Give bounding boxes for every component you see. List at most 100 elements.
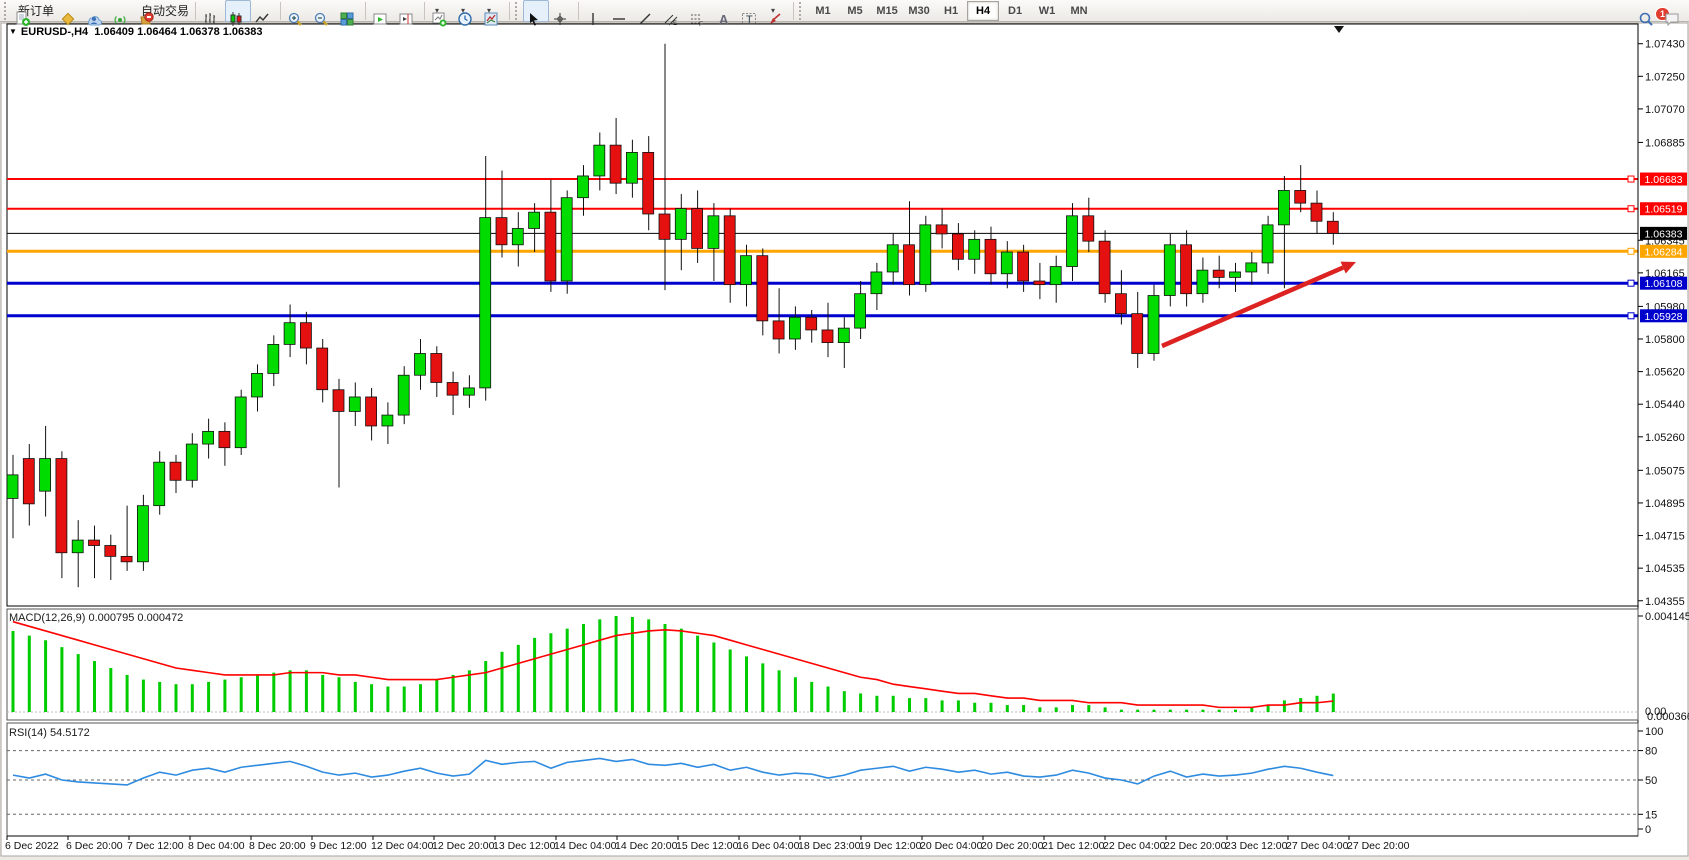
chart-symbol-period: EURUSD-,H4 [21,26,88,38]
toolbar-separator [195,2,196,20]
cursor-button[interactable] [523,0,549,22]
svg-text:1.06683: 1.06683 [1645,174,1683,186]
templates-button[interactable]: ▾ [480,0,506,22]
svg-text:22 Dec 04:00: 22 Dec 04:00 [1103,840,1166,852]
svg-text:27 Dec 20:00: 27 Dec 20:00 [1347,840,1410,852]
vertical-line-button[interactable] [582,0,608,22]
svg-text:1.04715: 1.04715 [1645,531,1685,543]
svg-text:14 Dec 20:00: 14 Dec 20:00 [615,840,678,852]
svg-text:22 Dec 20:00: 22 Dec 20:00 [1164,840,1227,852]
timeframe-button-m30[interactable]: M30 [903,1,935,21]
autotrading-button[interactable]: 自动交易 [135,0,192,22]
rsi-indicator-label: RSI(14) 54.5172 [9,727,90,739]
svg-text:1.05260: 1.05260 [1645,432,1685,444]
svg-text:1.07250: 1.07250 [1645,71,1685,83]
line-anchor-marker[interactable] [1628,176,1634,182]
line-anchor-marker[interactable] [1628,206,1634,212]
svg-text:1.06519: 1.06519 [1645,204,1683,216]
chart-ohlc-values: 1.06409 1.06464 1.06378 1.06383 [94,26,262,38]
toolbar-separator [578,2,579,20]
svg-text:1.06108: 1.06108 [1645,278,1683,290]
text-button[interactable]: A [712,0,738,22]
timeframe-button-w1[interactable]: W1 [1031,1,1063,21]
chart-shift-button[interactable] [395,0,421,22]
svg-text:1.04355: 1.04355 [1645,596,1685,608]
svg-text:20 Dec 20:00: 20 Dec 20:00 [981,840,1044,852]
svg-text:9 Dec 12:00: 9 Dec 12:00 [310,840,367,852]
horizontal-line-button[interactable] [608,0,634,22]
svg-text:100: 100 [1645,726,1663,738]
svg-text:14 Dec 04:00: 14 Dec 04:00 [554,840,617,852]
notifications-button[interactable]: 1 [1661,0,1687,22]
svg-text:1.04535: 1.04535 [1645,563,1685,575]
svg-text:1.05440: 1.05440 [1645,399,1685,411]
svg-text:1.06885: 1.06885 [1645,137,1685,149]
svg-text:12 Dec 20:00: 12 Dec 20:00 [432,840,495,852]
zoom-out-button[interactable] [310,0,336,22]
timeframe-button-h1[interactable]: H1 [935,1,967,21]
crosshair-button[interactable] [549,0,575,22]
timeframe-button-m5[interactable]: M5 [839,1,871,21]
zoom-in-button[interactable] [284,0,310,22]
timeframe-button-h4[interactable]: H4 [967,1,999,21]
candlestick-chart-button[interactable] [225,0,251,22]
toolbar-separator [509,2,510,20]
svg-text:15: 15 [1645,809,1657,821]
svg-text:0.004145: 0.004145 [1645,611,1689,623]
svg-text:6 Dec 2022: 6 Dec 2022 [5,840,59,852]
svg-text:A: A [719,12,729,27]
timeframe-button-m15[interactable]: M15 [871,1,903,21]
tile-windows-button[interactable] [336,0,362,22]
line-chart-button[interactable] [251,0,277,22]
svg-text:19 Dec 12:00: 19 Dec 12:00 [859,840,922,852]
trendline-button[interactable] [634,0,660,22]
mt4-terminal: { "toolbar": { "new_order_label": "新订单",… [0,0,1689,860]
svg-text:7 Dec 12:00: 7 Dec 12:00 [127,840,184,852]
svg-text:18 Dec 23:00: 18 Dec 23:00 [798,840,861,852]
toolbar-drag-handle[interactable] [799,2,805,20]
collapse-ohlc-icon[interactable]: ▼ [9,27,17,36]
svg-text:0: 0 [1645,824,1651,836]
macd-panel: 0.0041450.000.000366 [7,609,1689,723]
svg-text:1.05928: 1.05928 [1645,311,1683,323]
line-anchor-marker[interactable] [1628,313,1634,319]
new-order-button[interactable]: 新订单 [12,0,57,22]
community-button[interactable] [83,0,109,22]
equidistant-channel-button[interactable]: E [660,0,686,22]
svg-text:E: E [673,21,677,27]
periods-button[interactable]: ▾ [454,0,480,22]
new-chart-button[interactable]: ▾ [428,0,454,22]
line-anchor-marker[interactable] [1628,248,1634,254]
svg-text:8 Dec 20:00: 8 Dec 20:00 [249,840,306,852]
toolbar-drag-handle[interactable] [515,2,521,20]
svg-text:1.06383: 1.06383 [1645,228,1683,240]
timeframe-button-m1[interactable]: M1 [807,1,839,21]
svg-text:15 Dec 12:00: 15 Dec 12:00 [676,840,739,852]
main-toolbar: 新订单自动交易▾▾▾EFAT▾M1M5M15M30H1H4D1W1MN1 [0,0,1689,22]
svg-text:1.07070: 1.07070 [1645,104,1685,116]
svg-text:27 Dec 04:00: 27 Dec 04:00 [1286,840,1349,852]
metaeditor-button[interactable] [57,0,83,22]
chart-window-title: ▼ EURUSD-,H4 1.06409 1.06464 1.06378 1.06… [9,26,263,38]
svg-text:1.06284: 1.06284 [1645,246,1683,258]
svg-text:16 Dec 04:00: 16 Dec 04:00 [737,840,800,852]
svg-text:13 Dec 12:00: 13 Dec 12:00 [493,840,556,852]
svg-text:1.05800: 1.05800 [1645,334,1685,346]
svg-text:0.000366: 0.000366 [1647,711,1689,723]
svg-text:80: 80 [1645,746,1657,758]
svg-text:20 Dec 04:00: 20 Dec 04:00 [920,840,983,852]
auto-scroll-button[interactable] [369,0,395,22]
rsi-panel: 1008050150 [7,723,1663,836]
fibonacci-button[interactable]: F [686,0,712,22]
timeframe-button-d1[interactable]: D1 [999,1,1031,21]
timeframe-button-mn[interactable]: MN [1063,1,1095,21]
svg-text:1.05620: 1.05620 [1645,367,1685,379]
toolbar-drag-handle[interactable] [4,2,10,20]
arrows-button[interactable]: ▾ [764,0,790,22]
signals-button[interactable] [109,0,135,22]
svg-text:T: T [746,14,753,26]
line-anchor-marker[interactable] [1628,280,1634,286]
bar-chart-button[interactable] [199,0,225,22]
text-label-button[interactable]: T [738,0,764,22]
toolbar-separator [280,2,281,20]
